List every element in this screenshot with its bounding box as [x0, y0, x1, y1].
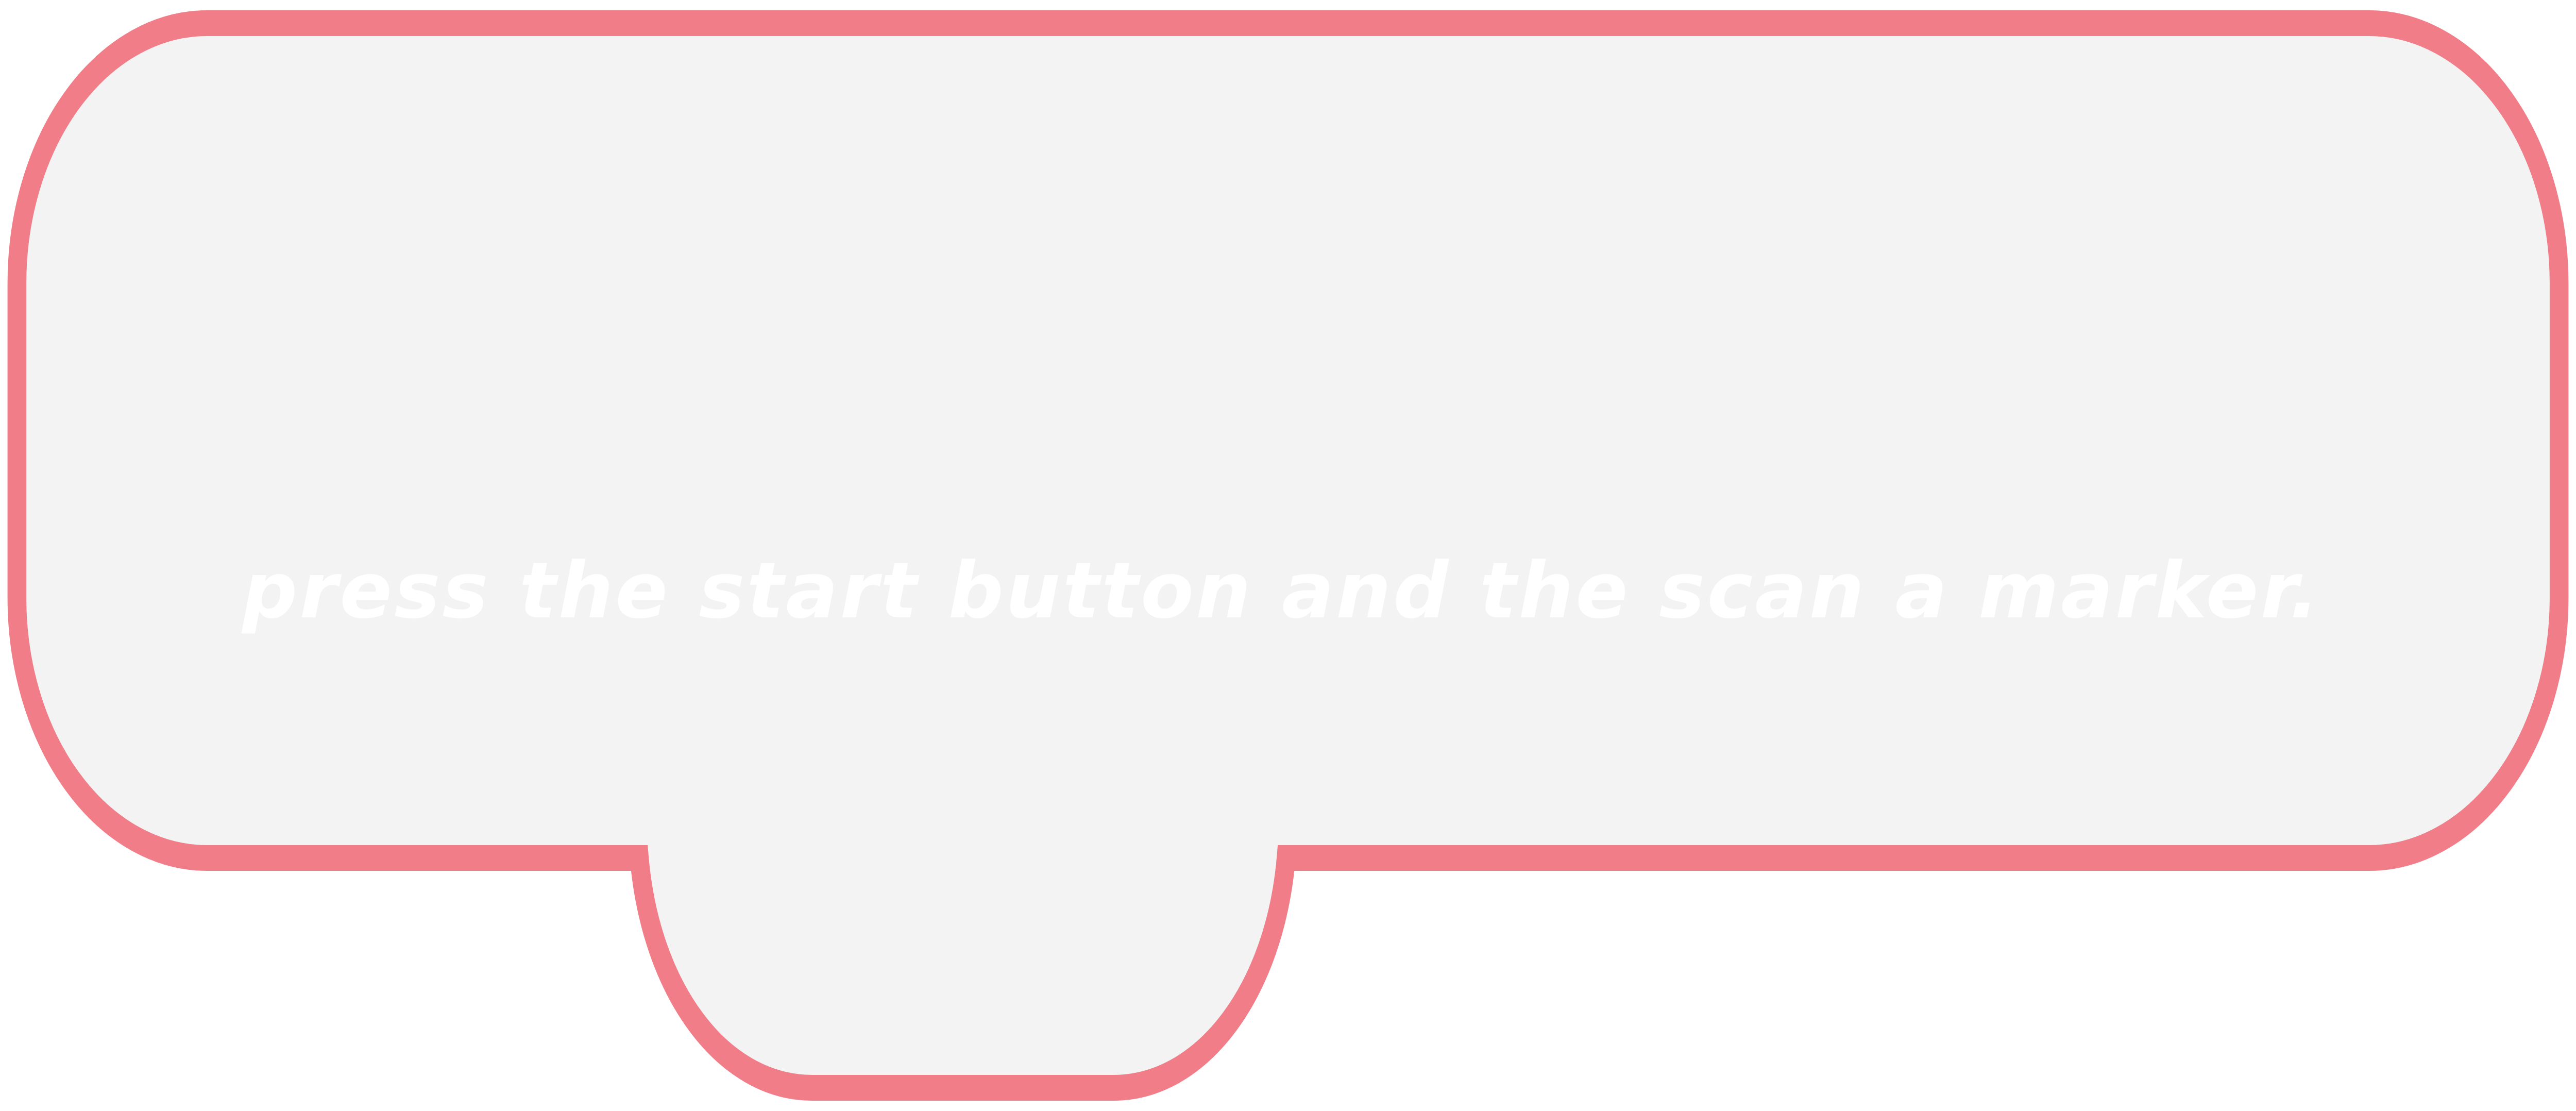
instruction-text: press the start button and the scan a ma… [242, 546, 2321, 636]
instruction-callout: press the start button and the scan a ma… [0, 0, 2576, 1111]
